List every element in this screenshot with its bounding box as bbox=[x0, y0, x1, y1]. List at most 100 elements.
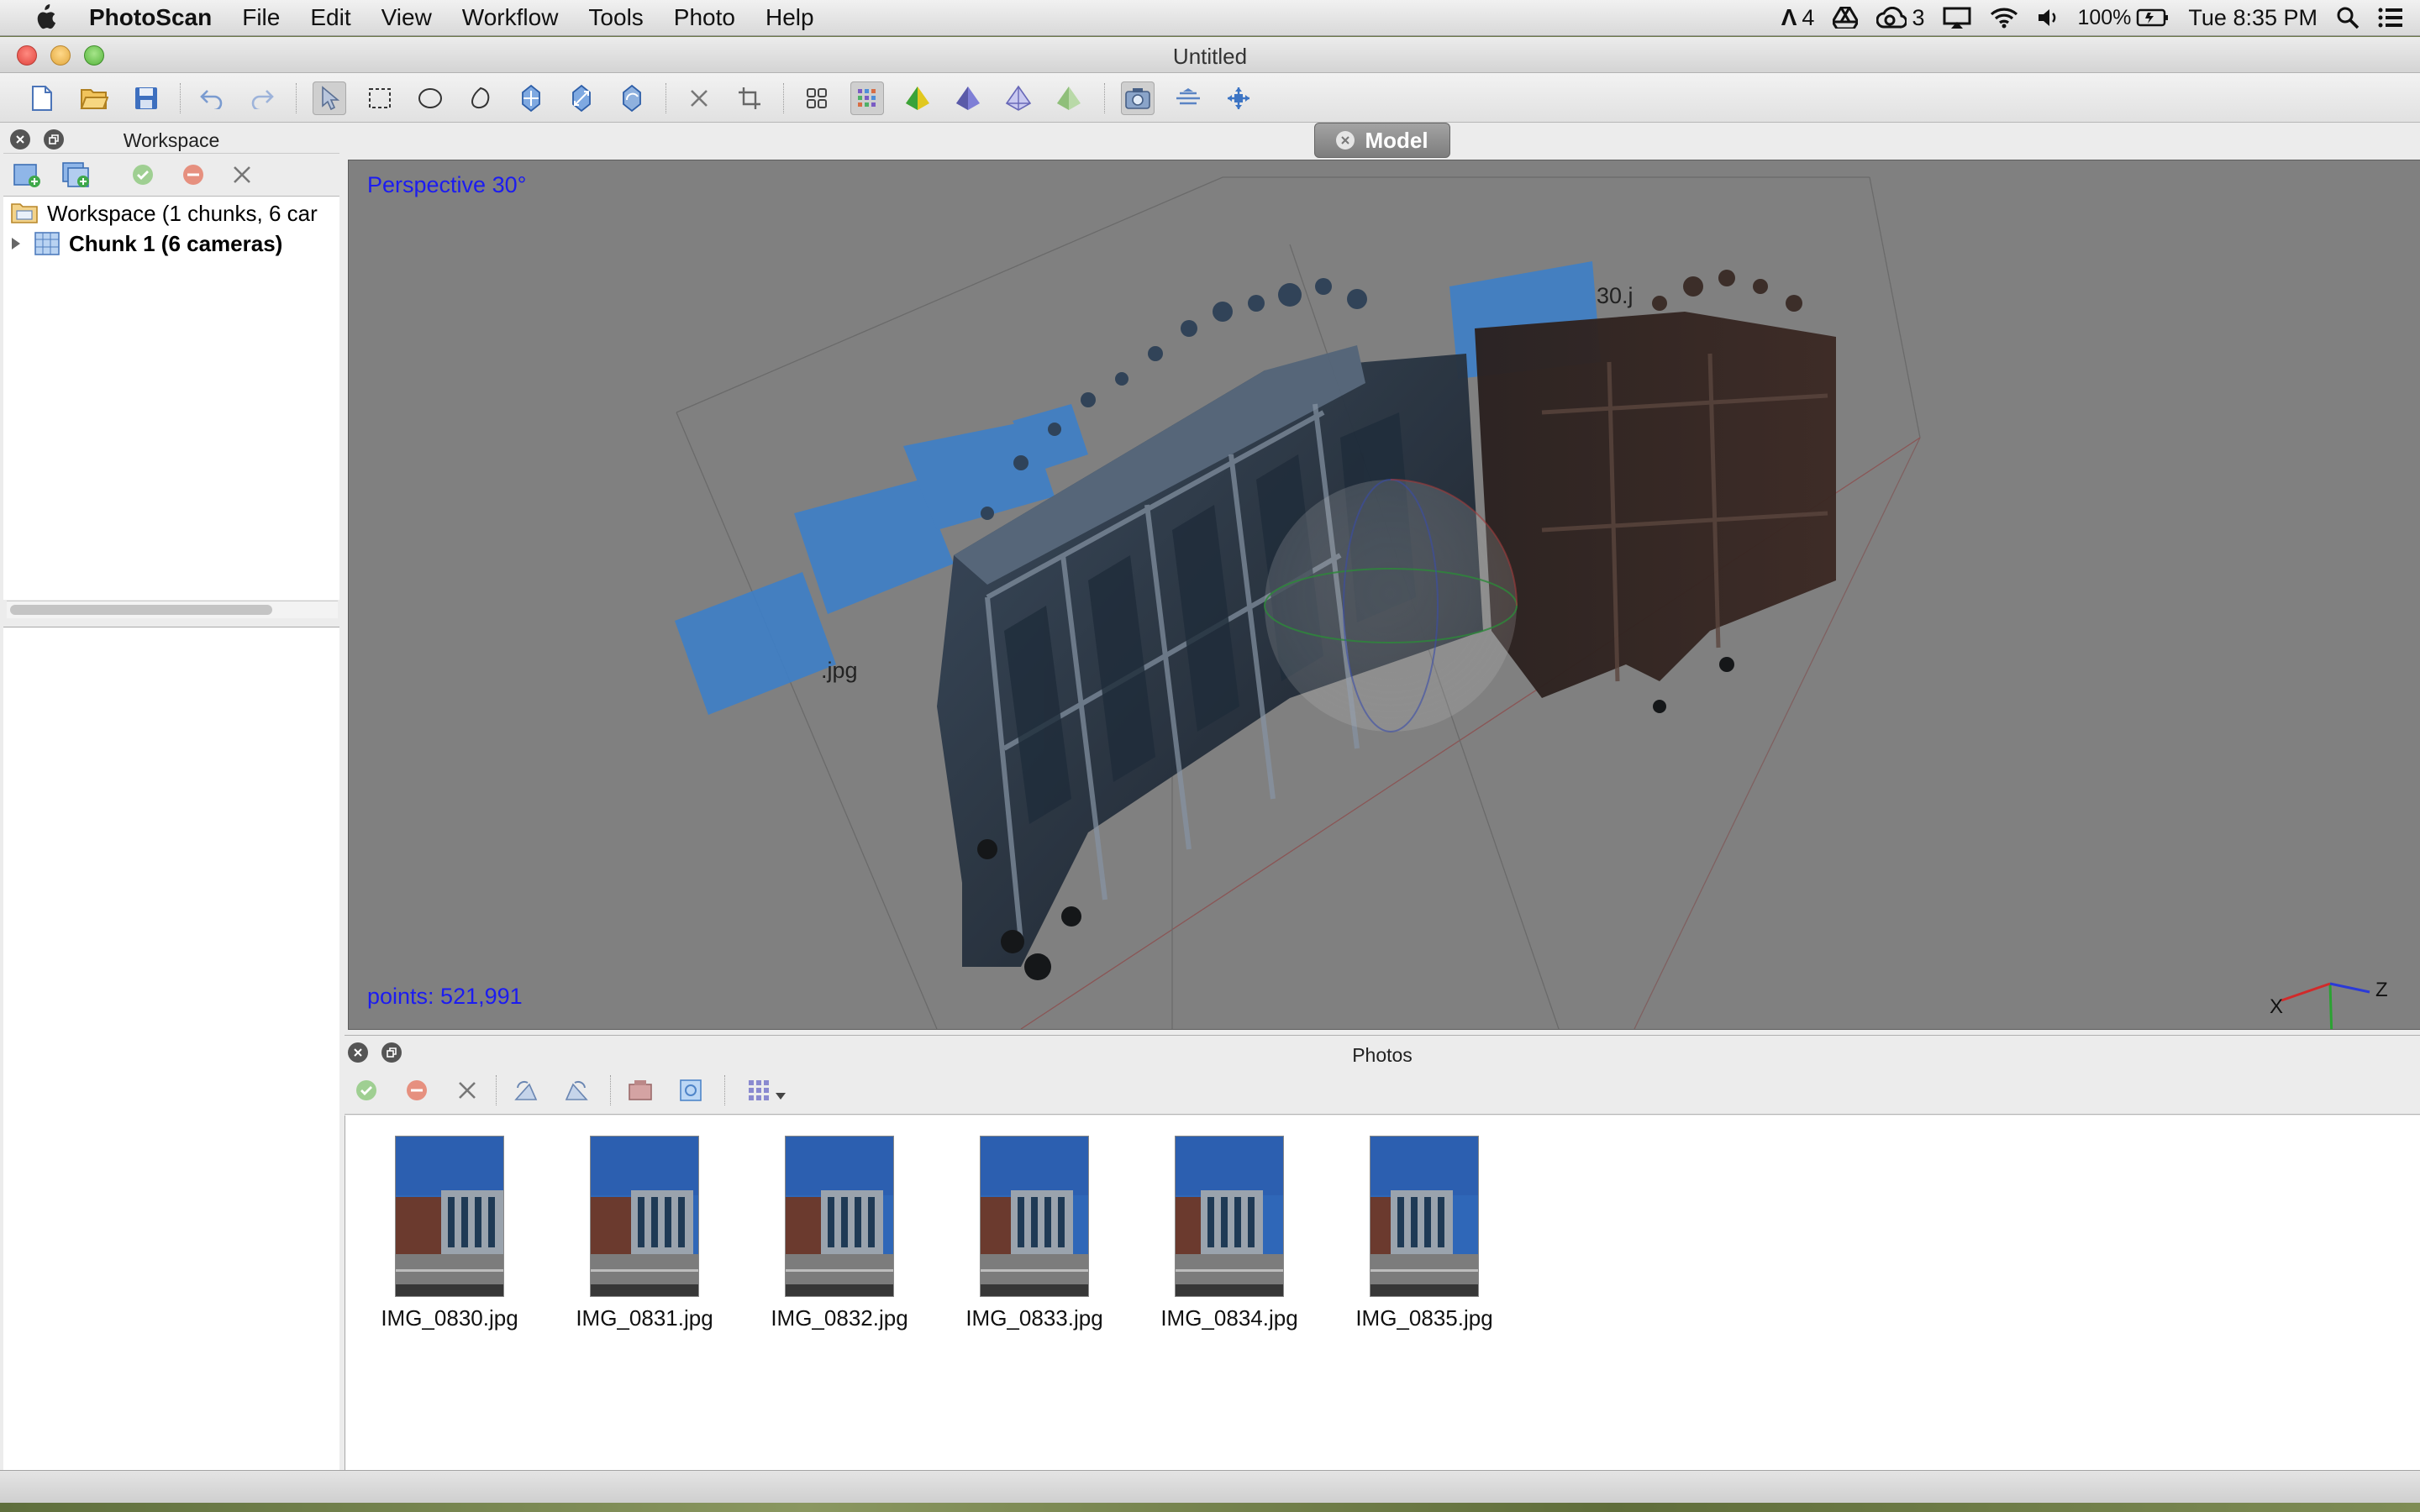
menu-help[interactable]: Help bbox=[750, 4, 829, 31]
menu-bar: PhotoScan File Edit View Workflow Tools … bbox=[0, 0, 2420, 36]
reset-view-button[interactable] bbox=[1222, 81, 1255, 115]
projection-label: Perspective 30° bbox=[367, 172, 527, 197]
menu-view[interactable]: View bbox=[366, 4, 447, 31]
rotate-left-button[interactable] bbox=[509, 1074, 543, 1107]
disable-cameras-button[interactable] bbox=[176, 158, 210, 192]
enable-cameras-button[interactable] bbox=[126, 158, 160, 192]
photo-image[interactable] bbox=[980, 1136, 1089, 1297]
model-viewport[interactable]: Perspective 30° points: 521,991 .jpg 30.… bbox=[348, 160, 2420, 1030]
chunk-item[interactable]: Chunk 1 (6 cameras) bbox=[8, 228, 282, 259]
rotate-right-button[interactable] bbox=[560, 1074, 593, 1107]
photo-filename: IMG_0834.jpg bbox=[1160, 1305, 1298, 1331]
creative-cloud-count: 3 bbox=[1912, 4, 1925, 30]
photo-image[interactable] bbox=[785, 1136, 894, 1297]
photo-thumbnail[interactable]: IMG_0833.jpg bbox=[950, 1136, 1118, 1331]
delete-selection-button[interactable] bbox=[682, 81, 716, 115]
point-cloud-scene bbox=[675, 176, 2370, 1029]
photo-filename: IMG_0835.jpg bbox=[1355, 1305, 1493, 1331]
reset-masks-button[interactable] bbox=[623, 1074, 657, 1107]
notification-center-icon[interactable] bbox=[2378, 7, 2403, 29]
workspace-toolbar bbox=[3, 153, 339, 197]
photo-thumbnail[interactable]: IMG_0834.jpg bbox=[1145, 1136, 1313, 1331]
google-drive-icon[interactable] bbox=[1833, 7, 1859, 29]
adobe-icon: Λ bbox=[1781, 4, 1797, 30]
creative-cloud-status-item[interactable]: 3 bbox=[1876, 5, 1924, 31]
photo-image[interactable] bbox=[590, 1136, 699, 1297]
show-cameras-grid-button[interactable] bbox=[800, 81, 834, 115]
resize-region-button[interactable] bbox=[565, 81, 598, 115]
redo-button[interactable] bbox=[245, 81, 279, 115]
photo-thumbnail[interactable]: IMG_0832.jpg bbox=[755, 1136, 923, 1331]
undo-button[interactable] bbox=[195, 81, 229, 115]
window-titlebar: Untitled bbox=[0, 37, 2420, 73]
axis-gizmo bbox=[2281, 982, 2370, 1029]
wifi-icon[interactable] bbox=[1990, 7, 2018, 29]
airplay-icon[interactable] bbox=[1943, 7, 1971, 29]
save-button[interactable] bbox=[129, 81, 163, 115]
navigation-tool-button[interactable] bbox=[313, 81, 346, 115]
model-pane: Model Perspective 30° points: 521,991 .j… bbox=[345, 123, 2420, 1035]
points-count: points: 521,991 bbox=[367, 984, 523, 1009]
disable-photos-button[interactable] bbox=[400, 1074, 434, 1107]
menu-photo[interactable]: Photo bbox=[659, 4, 750, 31]
rotate-region-button[interactable] bbox=[615, 81, 649, 115]
menu-tools[interactable]: Tools bbox=[573, 4, 658, 31]
menu-file[interactable]: File bbox=[227, 4, 295, 31]
photo-filename: IMG_0830.jpg bbox=[381, 1305, 518, 1331]
remove-items-button[interactable] bbox=[225, 158, 259, 192]
trackball-sphere bbox=[1264, 479, 1518, 732]
photo-thumbnail[interactable]: IMG_0831.jpg bbox=[560, 1136, 729, 1331]
window-title: Untitled bbox=[1172, 44, 1248, 69]
new-document-button[interactable] bbox=[25, 81, 59, 115]
model-wireframe-button[interactable] bbox=[1002, 81, 1035, 115]
remove-photos-button[interactable] bbox=[450, 1074, 484, 1107]
model-tab[interactable]: Model bbox=[1314, 123, 1450, 158]
adobe-status-item[interactable]: Λ 4 bbox=[1781, 4, 1815, 31]
photo-image[interactable] bbox=[1370, 1136, 1479, 1297]
free-form-selection-button[interactable] bbox=[464, 81, 497, 115]
workspace-root-label: Workspace (1 chunks, 6 car bbox=[47, 200, 318, 226]
menu-app-name[interactable]: PhotoScan bbox=[89, 4, 227, 31]
volume-icon[interactable] bbox=[2037, 7, 2059, 29]
show-points-button[interactable] bbox=[850, 81, 884, 115]
crop-selection-button[interactable] bbox=[733, 81, 766, 115]
menu-workflow[interactable]: Workflow bbox=[447, 4, 574, 31]
show-cameras-button[interactable] bbox=[1121, 81, 1155, 115]
photo-image[interactable] bbox=[1175, 1136, 1284, 1297]
clock[interactable]: Tue 8:35 PM bbox=[2188, 5, 2317, 31]
photo-filename: IMG_0833.jpg bbox=[965, 1305, 1103, 1331]
model-tab-close-icon[interactable] bbox=[1336, 131, 1355, 150]
chunk-icon bbox=[34, 232, 60, 255]
model-textured-button[interactable] bbox=[1052, 81, 1086, 115]
show-region-button[interactable] bbox=[1171, 81, 1205, 115]
photo-filename: IMG_0832.jpg bbox=[771, 1305, 908, 1331]
expand-triangle-icon[interactable] bbox=[8, 235, 24, 252]
circle-selection-button[interactable] bbox=[413, 81, 447, 115]
view-mode-dropdown[interactable] bbox=[744, 1074, 792, 1107]
add-photos-button[interactable] bbox=[59, 158, 92, 192]
menu-edit[interactable]: Edit bbox=[295, 4, 366, 31]
workspace-root-item[interactable]: Workspace (1 chunks, 6 car bbox=[10, 198, 318, 228]
photo-image[interactable] bbox=[395, 1136, 504, 1297]
workspace-pane: Workspace Workspace (1 chunks, 6 car Chu… bbox=[3, 123, 339, 1473]
photo-thumbnail[interactable]: IMG_0835.jpg bbox=[1340, 1136, 1508, 1331]
photo-thumbnail[interactable]: IMG_0830.jpg bbox=[366, 1136, 534, 1331]
add-chunk-button[interactable] bbox=[10, 158, 44, 192]
move-region-button[interactable] bbox=[514, 81, 548, 115]
open-button[interactable] bbox=[77, 81, 111, 115]
workspace-icon bbox=[11, 203, 38, 223]
desktop-background bbox=[0, 1502, 2420, 1512]
photos-title: Photos bbox=[1352, 1044, 1413, 1066]
workspace-title: Workspace bbox=[123, 129, 220, 151]
import-masks-button[interactable] bbox=[674, 1074, 708, 1107]
enable-photos-button[interactable] bbox=[350, 1074, 383, 1107]
battery-status-item[interactable]: 100% bbox=[2077, 6, 2170, 30]
model-shaded-button[interactable] bbox=[901, 81, 934, 115]
spotlight-search-icon[interactable] bbox=[2336, 6, 2360, 29]
apple-menu-icon[interactable] bbox=[32, 3, 57, 32]
workspace-horizontal-scrollbar[interactable] bbox=[7, 601, 338, 618]
rectangle-selection-button[interactable] bbox=[363, 81, 397, 115]
photos-toolbar bbox=[345, 1068, 2420, 1115]
scrollbar-thumb[interactable] bbox=[10, 605, 272, 615]
model-solid-button[interactable] bbox=[951, 81, 985, 115]
